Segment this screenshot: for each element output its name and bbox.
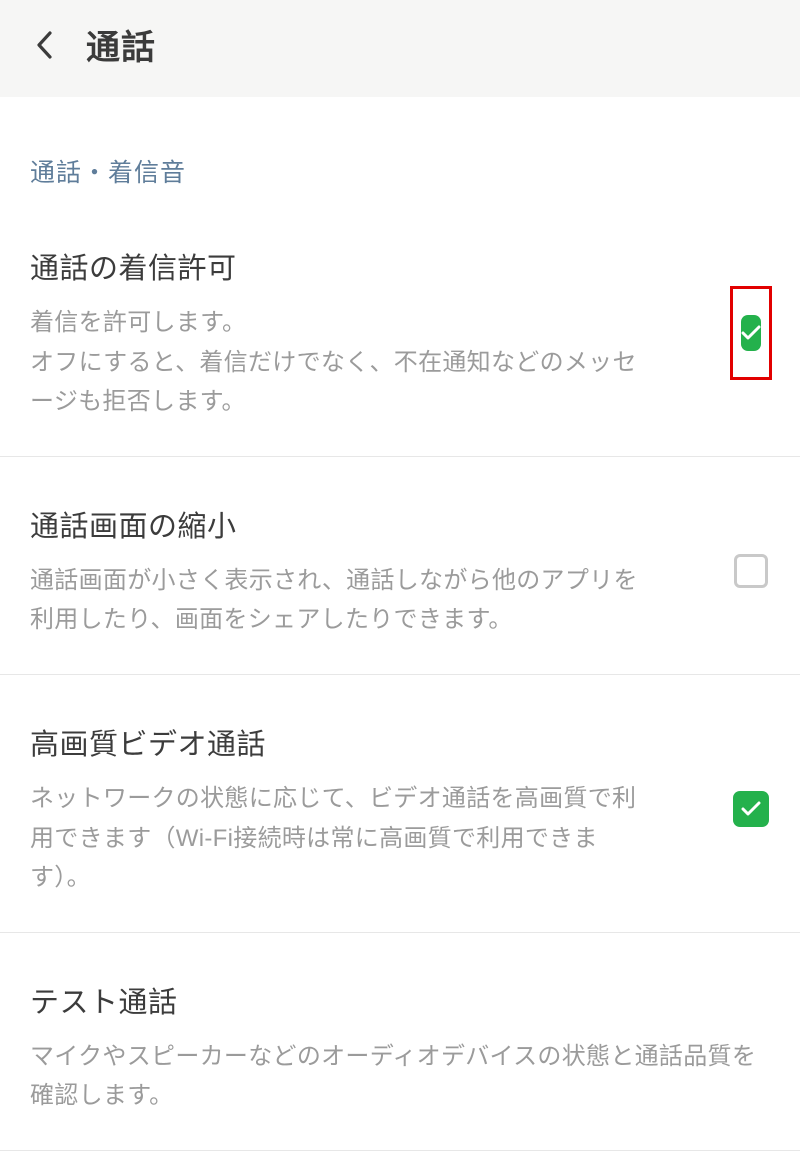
checkbox-hq-video[interactable] bbox=[733, 791, 769, 827]
setting-row-minimize-call[interactable]: 通話画面の縮小 通話画面が小さく表示され、通話しながら他のアプリを利用したり、画… bbox=[0, 457, 800, 675]
checkbox-slot bbox=[730, 791, 772, 827]
setting-text: 通話の着信許可 着信を許可します。オフにすると、着信だけでなく、不在通知などのメ… bbox=[30, 245, 670, 422]
setting-desc: 着信を許可します。オフにすると、着信だけでなく、不在通知などのメッセージも拒否し… bbox=[30, 303, 658, 422]
check-icon bbox=[741, 325, 761, 341]
setting-title: 通話画面の縮小 bbox=[30, 503, 658, 545]
setting-row-hq-video[interactable]: 高画質ビデオ通話 ネットワークの状態に応じて、ビデオ通話を高画質で利用できます（… bbox=[0, 675, 800, 933]
setting-title: 通話の着信許可 bbox=[30, 245, 658, 287]
page-title: 通話 bbox=[86, 20, 156, 69]
setting-text: 通話画面の縮小 通話画面が小さく表示され、通話しながら他のアプリを利用したり、画… bbox=[30, 503, 670, 640]
checkbox-highlight bbox=[730, 286, 772, 380]
checkbox-slot bbox=[730, 554, 772, 588]
setting-desc: ネットワークの状態に応じて、ビデオ通話を高画質で利用できます（Wi-Fi接続時は… bbox=[30, 779, 658, 898]
chevron-left-icon bbox=[35, 30, 53, 60]
setting-title: 高画質ビデオ通話 bbox=[30, 721, 658, 763]
checkbox-minimize-call[interactable] bbox=[734, 554, 768, 588]
section-label: 通話・着信音 bbox=[0, 97, 800, 199]
checkbox-incoming-permission[interactable] bbox=[741, 315, 761, 351]
setting-title: テスト通話 bbox=[30, 979, 760, 1021]
setting-text: 高画質ビデオ通話 ネットワークの状態に応じて、ビデオ通話を高画質で利用できます（… bbox=[30, 721, 670, 898]
back-button[interactable] bbox=[34, 30, 54, 60]
setting-row-test-call[interactable]: テスト通話 マイクやスピーカーなどのオーディオデバイスの状態と通話品質を確認しま… bbox=[0, 933, 800, 1151]
setting-text: テスト通話 マイクやスピーカーなどのオーディオデバイスの状態と通話品質を確認しま… bbox=[30, 979, 772, 1116]
check-icon bbox=[741, 801, 761, 817]
setting-desc: 通話画面が小さく表示され、通話しながら他のアプリを利用したり、画面をシェアしたり… bbox=[30, 561, 658, 640]
settings-content: 通話・着信音 通話の着信許可 着信を許可します。オフにすると、着信だけでなく、不… bbox=[0, 97, 800, 1151]
setting-row-incoming-permission[interactable]: 通話の着信許可 着信を許可します。オフにすると、着信だけでなく、不在通知などのメ… bbox=[0, 199, 800, 457]
setting-desc: マイクやスピーカーなどのオーディオデバイスの状態と通話品質を確認します。 bbox=[30, 1037, 760, 1116]
header-bar: 通話 bbox=[0, 0, 800, 97]
